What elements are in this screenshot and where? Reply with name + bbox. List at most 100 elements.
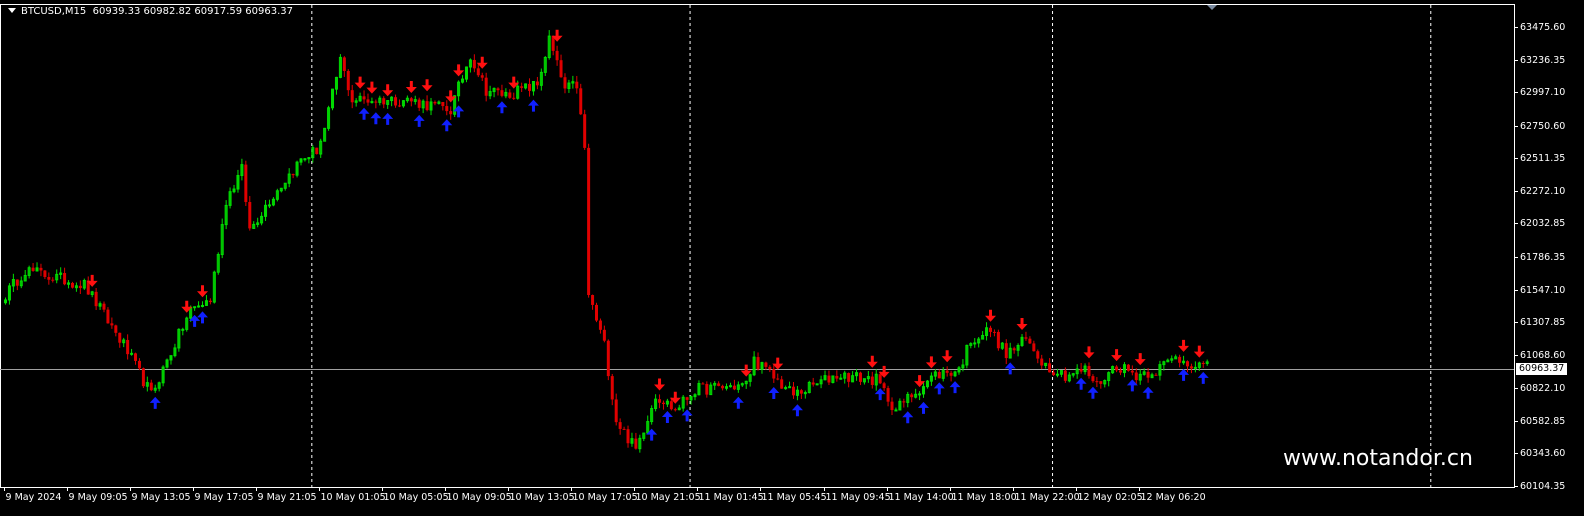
y-tick-label: 61786.35 xyxy=(1520,251,1566,263)
candle-body xyxy=(587,147,591,296)
candle-body xyxy=(705,383,709,395)
candle-body xyxy=(441,101,445,107)
candle-body xyxy=(1024,337,1028,339)
y-tick-label: 60104.35 xyxy=(1520,480,1566,492)
y-tick-label: 61547.10 xyxy=(1520,284,1566,296)
candle xyxy=(606,339,610,381)
candle-body xyxy=(1032,343,1036,352)
candle-body xyxy=(425,101,429,111)
candle-body xyxy=(480,75,484,78)
price-chart[interactable] xyxy=(0,0,1584,516)
candle-body xyxy=(1052,372,1056,376)
candle-body xyxy=(1186,361,1189,367)
candle xyxy=(587,143,591,298)
candle-body xyxy=(992,331,996,333)
candle-body xyxy=(882,383,886,389)
candle-body xyxy=(520,86,524,88)
candle-body xyxy=(1201,363,1205,365)
y-tick-label: 62032.85 xyxy=(1520,217,1566,229)
candle-body xyxy=(717,383,721,386)
candle-body xyxy=(1012,348,1016,351)
x-tick-label: 11 May 05:45 xyxy=(761,492,827,503)
candle-body xyxy=(512,97,516,99)
candle-body xyxy=(197,305,201,308)
symbol-label: BTCUSD,M15 xyxy=(21,6,87,17)
candle-body xyxy=(870,376,874,385)
candle-body xyxy=(996,331,1000,349)
candle-body xyxy=(685,397,689,400)
candle-body xyxy=(500,90,504,96)
current-price-label: 60963.37 xyxy=(1516,363,1568,375)
x-tick-label: 11 May 01:45 xyxy=(698,492,764,503)
candle-body xyxy=(47,277,51,280)
candle xyxy=(295,160,299,178)
candle-body xyxy=(728,385,732,388)
candle xyxy=(165,358,169,369)
candle-body xyxy=(1063,370,1067,381)
candle-body xyxy=(815,383,819,386)
candle-body xyxy=(902,401,906,403)
candle-body xyxy=(792,386,795,396)
candle-body xyxy=(910,394,914,398)
candle-body xyxy=(508,92,512,98)
candle-body xyxy=(949,372,953,376)
x-tick-label: 9 May 2024 xyxy=(5,492,62,503)
candle-body xyxy=(1036,351,1040,359)
candle-body xyxy=(102,303,106,310)
candle xyxy=(220,218,224,259)
candle-body xyxy=(989,327,992,332)
chart-header: BTCUSD,M15 60939.33 60982.82 60917.59 60… xyxy=(8,6,293,17)
collapse-triangle-icon[interactable] xyxy=(8,8,16,13)
candle xyxy=(815,383,819,386)
candle-body xyxy=(15,279,19,286)
candle-body xyxy=(661,402,665,405)
candle-body xyxy=(618,422,622,429)
candle-body xyxy=(362,96,366,100)
candle-body xyxy=(1099,381,1103,384)
candle-body xyxy=(134,353,138,361)
candle-body xyxy=(878,374,882,384)
candle-body xyxy=(484,77,488,96)
candle-body xyxy=(658,399,662,403)
candle-body xyxy=(51,279,55,281)
candle-body xyxy=(394,97,398,106)
candle-body xyxy=(555,50,559,61)
candle-body xyxy=(579,88,583,115)
y-tick-label: 62272.10 xyxy=(1520,185,1566,197)
candle-body xyxy=(141,368,145,387)
candle-body xyxy=(669,401,673,410)
candle-body xyxy=(622,428,626,430)
candle-body xyxy=(106,309,110,324)
candle-body xyxy=(1134,372,1138,381)
x-tick-label: 11 May 22:00 xyxy=(1014,492,1080,503)
candle-body xyxy=(1079,369,1083,372)
plot-frame xyxy=(0,4,1515,488)
candle xyxy=(965,344,969,369)
candle-body xyxy=(472,59,476,69)
y-tick-label: 61068.60 xyxy=(1520,349,1566,361)
y-tick-label: 63475.60 xyxy=(1520,21,1566,33)
x-tick-label: 10 May 21:05 xyxy=(635,492,701,503)
candle xyxy=(141,367,145,389)
candle-body xyxy=(847,373,851,382)
candle xyxy=(244,160,248,206)
x-tick-label: 11 May 18:00 xyxy=(951,492,1017,503)
candle-body xyxy=(409,98,413,102)
candle-body xyxy=(449,111,453,115)
candle xyxy=(327,105,331,131)
candle-body xyxy=(1048,363,1052,373)
candle-body xyxy=(193,306,197,309)
candle-body xyxy=(303,158,307,161)
candle-body xyxy=(445,106,449,112)
candle-body xyxy=(417,99,421,108)
candle-body xyxy=(126,339,130,355)
candle xyxy=(331,88,335,111)
candle-body xyxy=(78,285,82,289)
y-tick-label: 62750.60 xyxy=(1520,120,1566,132)
candle xyxy=(1111,365,1115,374)
candle-body xyxy=(1126,364,1130,371)
candle-body xyxy=(346,70,350,91)
y-tick-label: 62511.35 xyxy=(1520,152,1566,164)
candle-body xyxy=(39,267,43,271)
candle-body xyxy=(634,438,638,449)
